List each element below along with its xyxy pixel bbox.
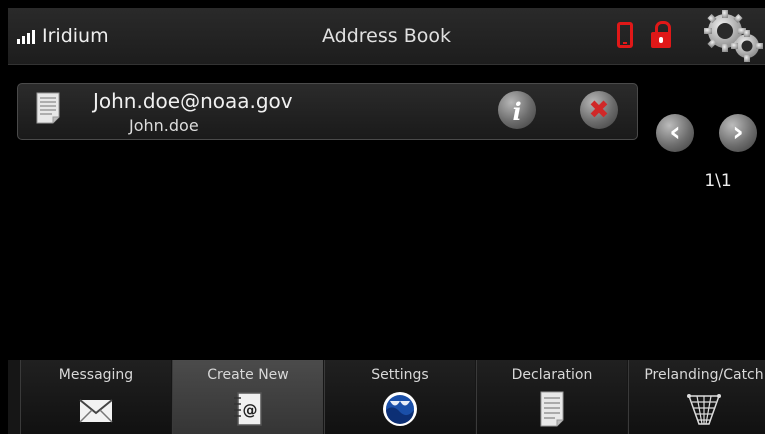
page-indicator: 1\1 — [704, 171, 732, 191]
tab-label: Settings — [371, 367, 429, 383]
document-icon — [540, 391, 564, 427]
phone-status-icon[interactable] — [617, 22, 633, 48]
signal-icon — [17, 30, 35, 44]
net-icon — [687, 394, 721, 425]
unlocked-icon[interactable] — [651, 21, 673, 49]
chevron-right-icon: › — [732, 115, 744, 148]
network-name: Iridium — [42, 25, 109, 47]
bottom-tab-bar: Messaging Create New @ Settings Declarat… — [8, 360, 765, 434]
top-bar: Iridium Address Book — [8, 8, 765, 65]
delete-button[interactable]: ✖ — [580, 91, 618, 129]
tab-declaration[interactable]: Declaration — [476, 360, 627, 434]
info-icon: i — [512, 97, 522, 126]
svg-text:@: @ — [243, 401, 258, 419]
document-icon — [36, 92, 60, 124]
prev-page-button[interactable]: ‹ — [656, 114, 694, 152]
noaa-logo-icon — [383, 392, 417, 426]
tab-settings[interactable]: Settings — [324, 360, 475, 434]
tab-label: Messaging — [58, 367, 134, 383]
info-button[interactable]: i — [498, 91, 536, 129]
settings-gear-icon[interactable] — [701, 9, 763, 63]
address-book-icon: @ — [234, 392, 262, 426]
tab-label: Prelanding/Catch — [644, 367, 764, 383]
chevron-left-icon: ‹ — [669, 115, 681, 148]
envelope-icon — [79, 399, 113, 423]
contact-email: John.doe@noaa.gov — [93, 89, 293, 113]
delete-icon: ✖ — [588, 95, 610, 124]
next-page-button[interactable]: › — [719, 114, 757, 152]
contact-name: John.doe — [129, 116, 199, 135]
tab-label: Create New — [207, 367, 289, 383]
tab-prelanding-catch[interactable]: Prelanding/Catch — [628, 360, 765, 434]
contact-row[interactable]: John.doe@noaa.gov John.doe i ✖ — [17, 83, 638, 140]
tab-messaging[interactable]: Messaging — [20, 360, 171, 434]
tab-create-new[interactable]: Create New @ — [172, 360, 323, 434]
tab-label: Declaration — [511, 367, 593, 383]
